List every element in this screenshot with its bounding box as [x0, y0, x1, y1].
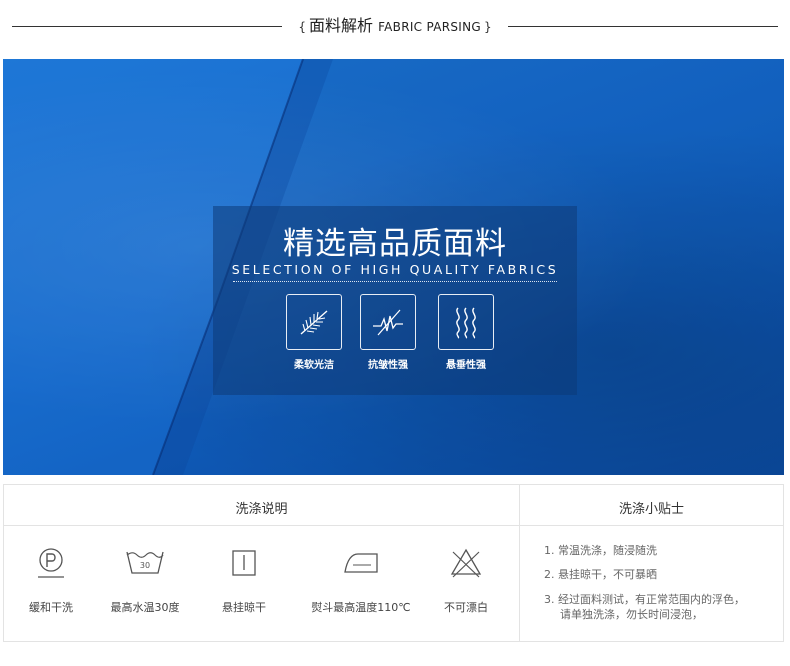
iron-icon — [296, 543, 426, 583]
wash-symbol-label: 熨斗最高温度110℃ — [311, 601, 411, 614]
panel-subheadline: SELECTION OF HIGH QUALITY FABRICS — [231, 262, 559, 277]
brace-open: { — [298, 20, 306, 34]
feature-soft: 柔软光洁 — [284, 294, 344, 371]
wash-symbol-hang-dry: 悬挂晾干 — [189, 543, 299, 615]
wash-instructions-title: 洗涤说明 — [235, 502, 288, 517]
dotted-divider — [233, 281, 557, 282]
brace-close: } — [484, 20, 492, 34]
wash-symbol-label: 最高水温30度 — [110, 601, 180, 614]
section-title: {面料解析 FABRIC PARSING} — [282, 12, 508, 36]
fabric-banner: 精选高品质面料 SELECTION OF HIGH QUALITY FABRIC… — [3, 59, 784, 475]
section-title-cn: 面料解析 — [308, 16, 373, 35]
tip-item: 请单独洗涤，勿长时间浸泡， — [560, 608, 703, 621]
wash-symbol-label: 悬挂晾干 — [222, 601, 266, 614]
drape-wave-icon — [438, 294, 494, 350]
feature-wrinkle: 抗皱性强 — [358, 294, 418, 371]
wash-30-icon: 30 — [90, 543, 200, 583]
feather-icon — [286, 294, 342, 350]
header-divider — [4, 525, 783, 526]
wash-symbol-no-bleach: 不可漂白 — [411, 543, 521, 615]
wash-symbol-30-degrees: 30 最高水温30度 — [90, 543, 200, 615]
feature-label: 抗皱性强 — [368, 360, 408, 371]
section-title-en: FABRIC PARSING — [378, 20, 482, 34]
section-header: {面料解析 FABRIC PARSING} — [0, 0, 790, 50]
wash-temp-text: 30 — [140, 561, 150, 570]
header-right-rule — [508, 26, 778, 27]
header-left-rule — [12, 26, 282, 27]
hang-dry-icon — [189, 543, 299, 583]
wash-tips-title: 洗涤小贴士 — [618, 502, 684, 517]
wash-symbol-iron: 熨斗最高温度110℃ — [296, 543, 426, 615]
feature-drape: 悬垂性强 — [436, 294, 496, 371]
panel-headline: 精选高品质面料 — [283, 226, 507, 262]
feature-panel: 精选高品质面料 SELECTION OF HIGH QUALITY FABRIC… — [213, 206, 577, 395]
wrinkle-resist-icon — [360, 294, 416, 350]
feature-label: 悬垂性强 — [446, 360, 486, 371]
care-table: 洗涤说明 洗涤小贴士 缓和干洗 30 最高水温30度 悬挂晾干 熨斗最高温度11… — [3, 484, 784, 642]
feature-label: 柔软光洁 — [294, 360, 334, 371]
tip-item: 2. 悬挂晾干，不可暴晒 — [544, 568, 657, 581]
no-bleach-icon — [411, 543, 521, 583]
wash-symbol-label: 不可漂白 — [444, 601, 488, 614]
tip-item: 3. 经过面料测试，有正常范围内的浮色， — [544, 593, 745, 606]
tip-item: 1. 常温洗涤，随浸随洗 — [544, 544, 657, 557]
